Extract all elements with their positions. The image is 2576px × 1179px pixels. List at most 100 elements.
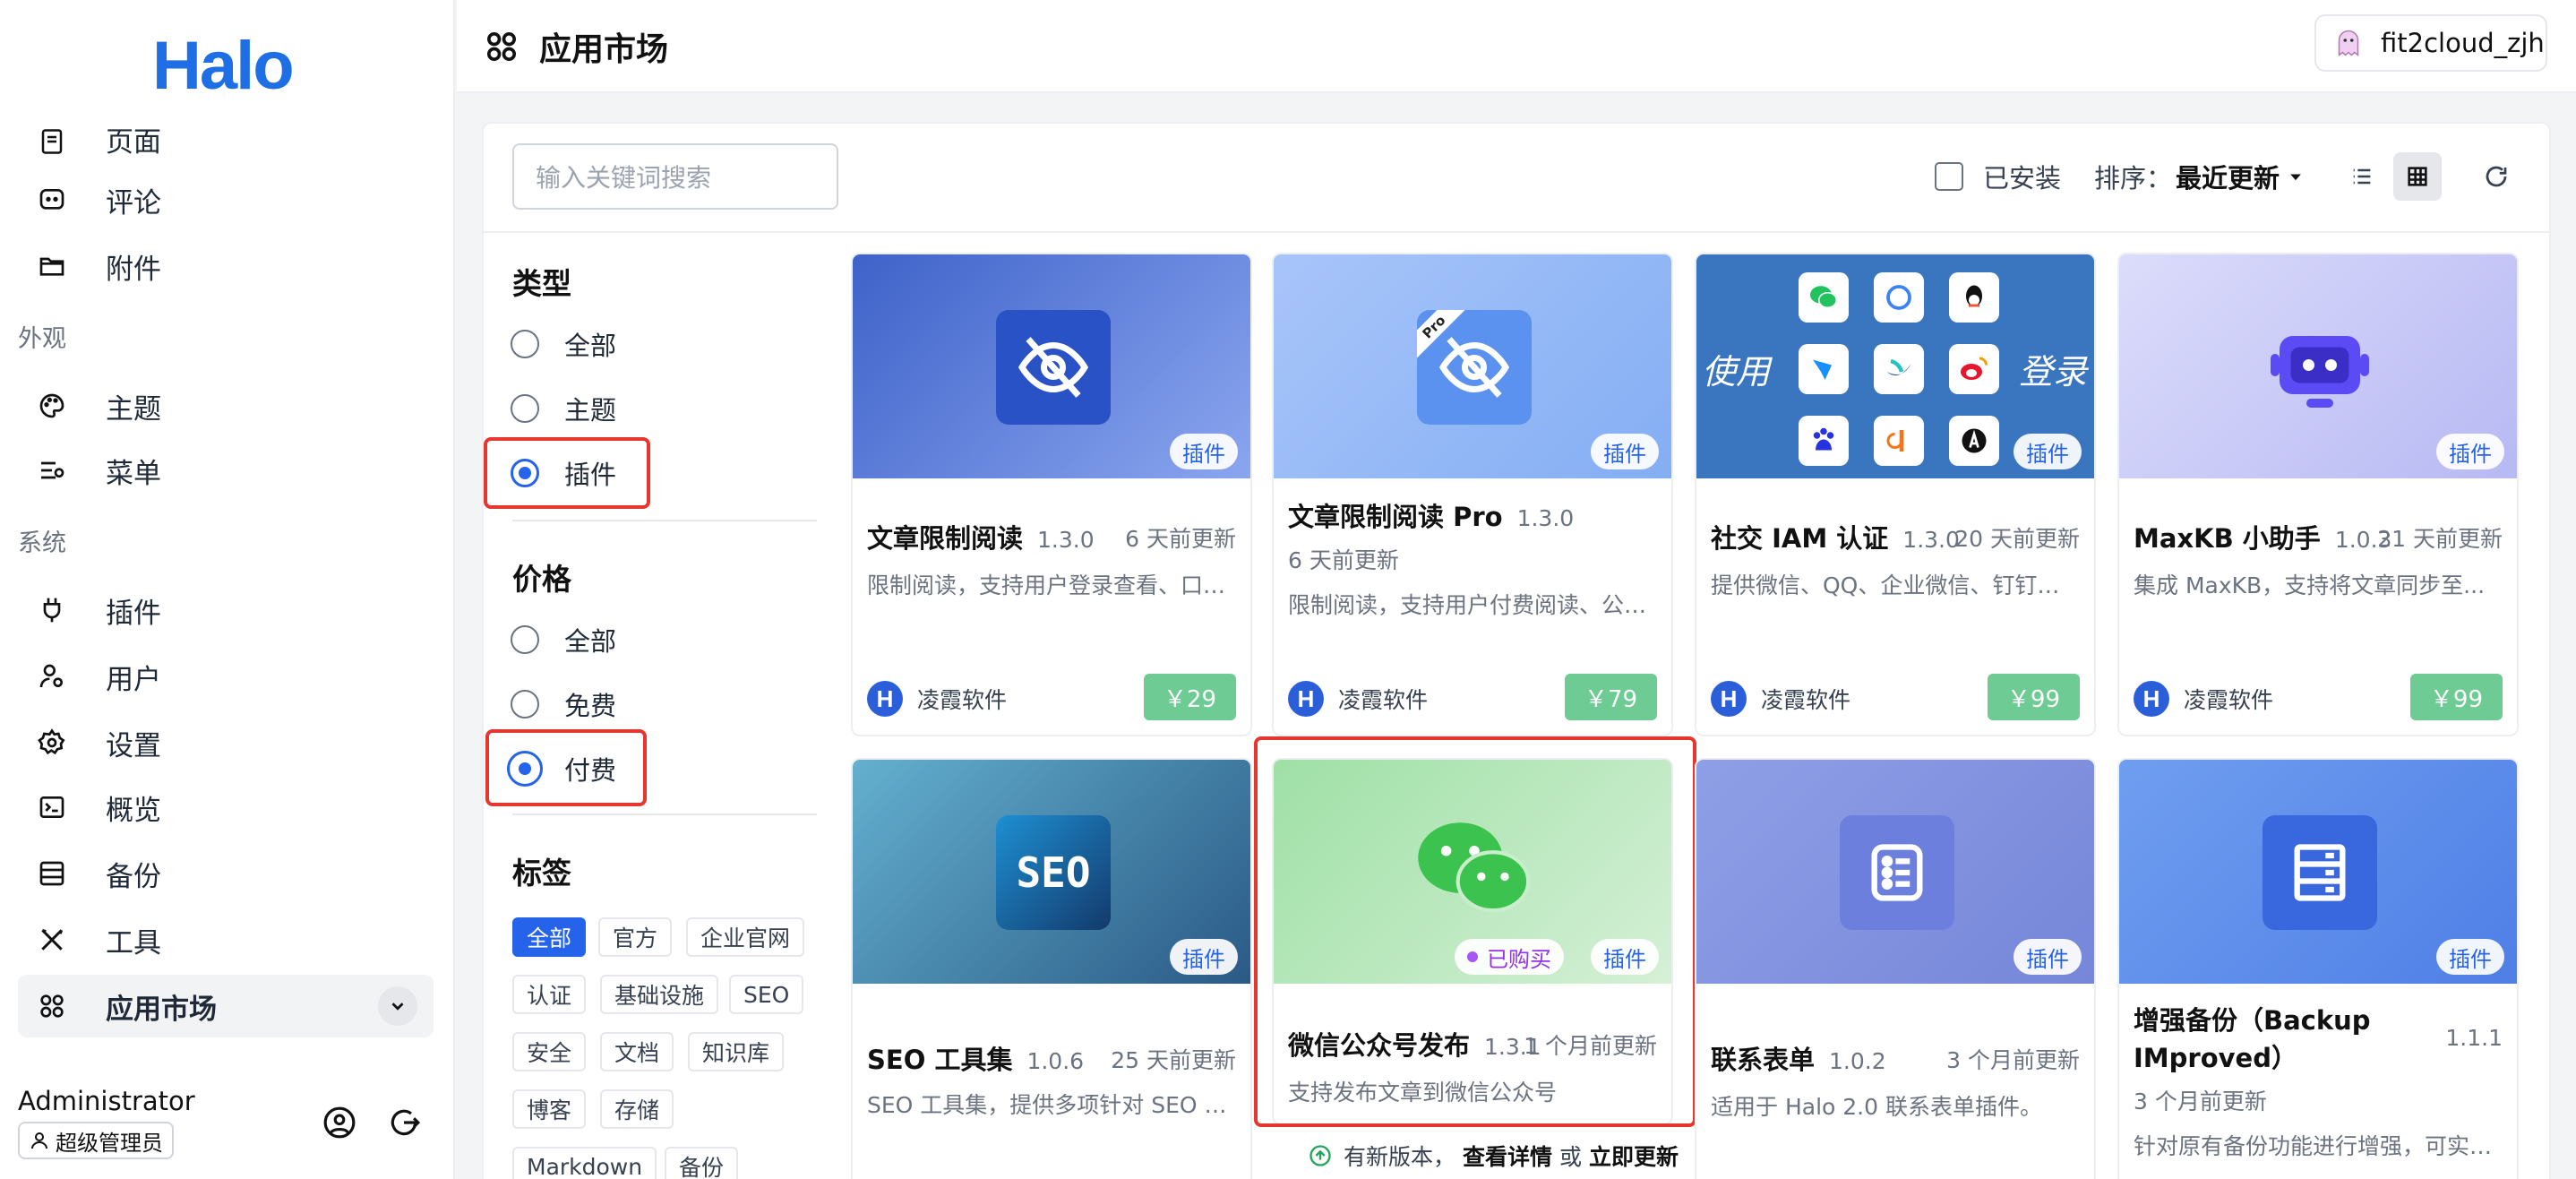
- sidebar-item-label: 页面: [106, 126, 161, 159]
- thumb-text-left: 使用: [1702, 352, 1771, 392]
- type-badge: 插件: [2436, 434, 2504, 469]
- price-button[interactable]: ￥79: [1564, 674, 1657, 720]
- plugin-card[interactable]: 插件 文章限制阅读 1.3.0 6 天前更新 限制阅读，支持用户登录查看、口令..…: [851, 253, 1252, 736]
- card-author[interactable]: H 凌霞软件: [1711, 681, 1850, 717]
- sidebar-item-settings[interactable]: 设置: [18, 711, 434, 774]
- sidebar-item-app-market[interactable]: 应用市场: [18, 975, 434, 1037]
- card-description: 限制阅读，支持用户登录查看、口令...: [867, 572, 1236, 598]
- card-author[interactable]: H 凌霞软件: [867, 681, 1007, 717]
- plugin-card[interactable]: Pro 插件 文章限制阅读 Pro 1.3.0 6 天前更新 限制阅读，支持用户付…: [1272, 253, 1673, 736]
- sidebar-item-themes[interactable]: 主题: [18, 374, 434, 437]
- top-header: [457, 0, 2576, 93]
- tag-blog[interactable]: 博客: [512, 1089, 587, 1129]
- form-icon: [1840, 815, 1954, 930]
- sidebar-item-backup[interactable]: 备份: [18, 842, 434, 905]
- checkbox-box[interactable]: [1935, 162, 1963, 191]
- tag-official[interactable]: 官方: [598, 917, 673, 957]
- author-name: 凌霞软件: [1761, 687, 1851, 713]
- card-title-text: 文章限制阅读: [867, 523, 1024, 554]
- radio-label: 免费: [564, 691, 617, 721]
- price-option-free[interactable]: 免费: [511, 686, 616, 722]
- filter-divider: [512, 520, 817, 521]
- sidebar-item-label: 工具: [106, 926, 161, 960]
- plugin-card[interactable]: 插件 增强备份（Backup IMproved） 1.1.1 3 个月前更新 针…: [2117, 758, 2519, 1179]
- author-name: 凌霞软件: [917, 687, 1008, 713]
- price-button[interactable]: ￥99: [2409, 674, 2503, 720]
- update-notice: 有新版本， 查看详情 或 立即更新: [1308, 1140, 1686, 1172]
- role-badge: 超级管理员: [18, 1122, 174, 1159]
- sidebar-item-menus[interactable]: 菜单: [18, 439, 434, 502]
- sidebar-item-plugins[interactable]: 插件: [18, 579, 434, 641]
- plugin-card[interactable]: 使用 登录 插件 社交 IAM 认证 1.3.0 20 天前更新 提供微信、QQ、…: [1695, 253, 2096, 736]
- price-button[interactable]: ￥99: [1987, 674, 2080, 720]
- logout-icon[interactable]: [387, 1106, 421, 1143]
- halo-logo[interactable]: Halo: [152, 27, 295, 105]
- card-thumbnail: 插件: [853, 254, 1250, 478]
- page-title-text: 应用市场: [539, 31, 669, 68]
- view-details-link[interactable]: 查看详情: [1463, 1140, 1552, 1172]
- plugin-card[interactable]: SEO 插件 SEO 工具集 1.0.6 25 天前更新 SEO 工具集，提供多项…: [851, 758, 1252, 1179]
- sidebar-item-pages[interactable]: 页面: [18, 106, 434, 159]
- plugin-card[interactable]: 插件 MaxKB 小助手 1.0.3 21 天前更新 集成 MaxKB，支持将文章…: [2117, 253, 2519, 736]
- sort-dropdown[interactable]: 排序： 最近更新: [2094, 158, 2305, 195]
- tag-infra[interactable]: 基础设施: [600, 975, 719, 1014]
- price-button[interactable]: ￥29: [1143, 674, 1236, 720]
- tag-storage[interactable]: 存储: [600, 1089, 674, 1129]
- tag-kb[interactable]: 知识库: [688, 1032, 785, 1071]
- update-now-link[interactable]: 立即更新: [1589, 1140, 1679, 1172]
- tag-seo[interactable]: SEO: [729, 975, 804, 1014]
- installed-checkbox[interactable]: 已安装: [1935, 158, 2061, 195]
- card-title-text: 增强备份（Backup IMproved）: [2134, 1005, 2371, 1073]
- tag-security[interactable]: 安全: [512, 1032, 587, 1071]
- refresh-button[interactable]: [2472, 152, 2520, 201]
- card-author[interactable]: H 凌霞软件: [2134, 681, 2273, 717]
- card-title: 联系表单 1.0.2: [1711, 1039, 1886, 1077]
- sidebar-item-users[interactable]: 用户: [18, 645, 434, 708]
- card-author[interactable]: H 凌霞软件: [1288, 681, 1428, 717]
- type-badge: 插件: [1170, 939, 1238, 975]
- chevron-down-icon[interactable]: [378, 986, 417, 1026]
- card-updated: 6 天前更新: [1288, 547, 1399, 573]
- comment-icon: [34, 182, 70, 218]
- tag-markdown[interactable]: Markdown: [512, 1147, 657, 1179]
- role-label: 超级管理员: [56, 1130, 163, 1156]
- grid-view-button[interactable]: [2393, 152, 2442, 201]
- tag-backup[interactable]: 备份: [665, 1147, 739, 1179]
- card-version: 1.1.1: [2445, 1025, 2503, 1051]
- sidebar-item-overview[interactable]: 概览: [18, 776, 434, 839]
- tag-all[interactable]: 全部: [512, 917, 587, 957]
- seo-icon-text: SEO: [1016, 848, 1091, 897]
- sidebar-item-tools[interactable]: 工具: [18, 908, 434, 971]
- card-title: MaxKB 小助手 1.0.3: [2134, 518, 2391, 555]
- account-button[interactable]: fit2cloud_zjh: [2314, 14, 2547, 72]
- eye-off-icon: [996, 310, 1111, 425]
- menu-icon: [34, 452, 70, 488]
- radio-circle[interactable]: [511, 625, 539, 654]
- tag-enterprise[interactable]: 企业官网: [686, 917, 805, 957]
- card-description: 限制阅读，支持用户付费阅读、公众...: [1288, 592, 1657, 618]
- sidebar-item-label: 附件: [106, 253, 161, 286]
- type-option-all[interactable]: 全部: [511, 326, 616, 362]
- sidebar-item-comments[interactable]: 评论: [18, 168, 434, 231]
- app-market-icon: [487, 32, 516, 61]
- search-input[interactable]: 输入关键词搜索: [512, 143, 838, 210]
- lark-icon: [1874, 344, 1924, 394]
- type-option-themes[interactable]: 主题: [511, 391, 616, 426]
- list-view-button[interactable]: [2338, 152, 2386, 201]
- highlight-box: [1254, 736, 1696, 1127]
- radio-circle[interactable]: [511, 394, 539, 423]
- price-option-all[interactable]: 全部: [511, 622, 616, 658]
- eye-off-icon: Pro: [1417, 310, 1532, 425]
- plugin-card[interactable]: 插件 联系表单 1.0.2 3 个月前更新 适用于 Halo 2.0 联系表单插件…: [1695, 758, 2096, 1179]
- radio-circle[interactable]: [511, 330, 539, 358]
- sidebar-item-attachments[interactable]: 附件: [18, 235, 434, 297]
- radio-circle[interactable]: [511, 690, 539, 719]
- caret-down-icon: [2290, 174, 2301, 181]
- card-title-text: 联系表单: [1711, 1045, 1816, 1075]
- card-version: 1.3.0: [1516, 505, 1575, 531]
- tag-auth[interactable]: 认证: [512, 975, 587, 1014]
- card-title-text: 社交 IAM 认证: [1711, 523, 1889, 554]
- tag-docs[interactable]: 文档: [600, 1032, 674, 1071]
- card-updated: 6 天前更新: [1125, 526, 1236, 552]
- profile-icon[interactable]: [322, 1106, 356, 1143]
